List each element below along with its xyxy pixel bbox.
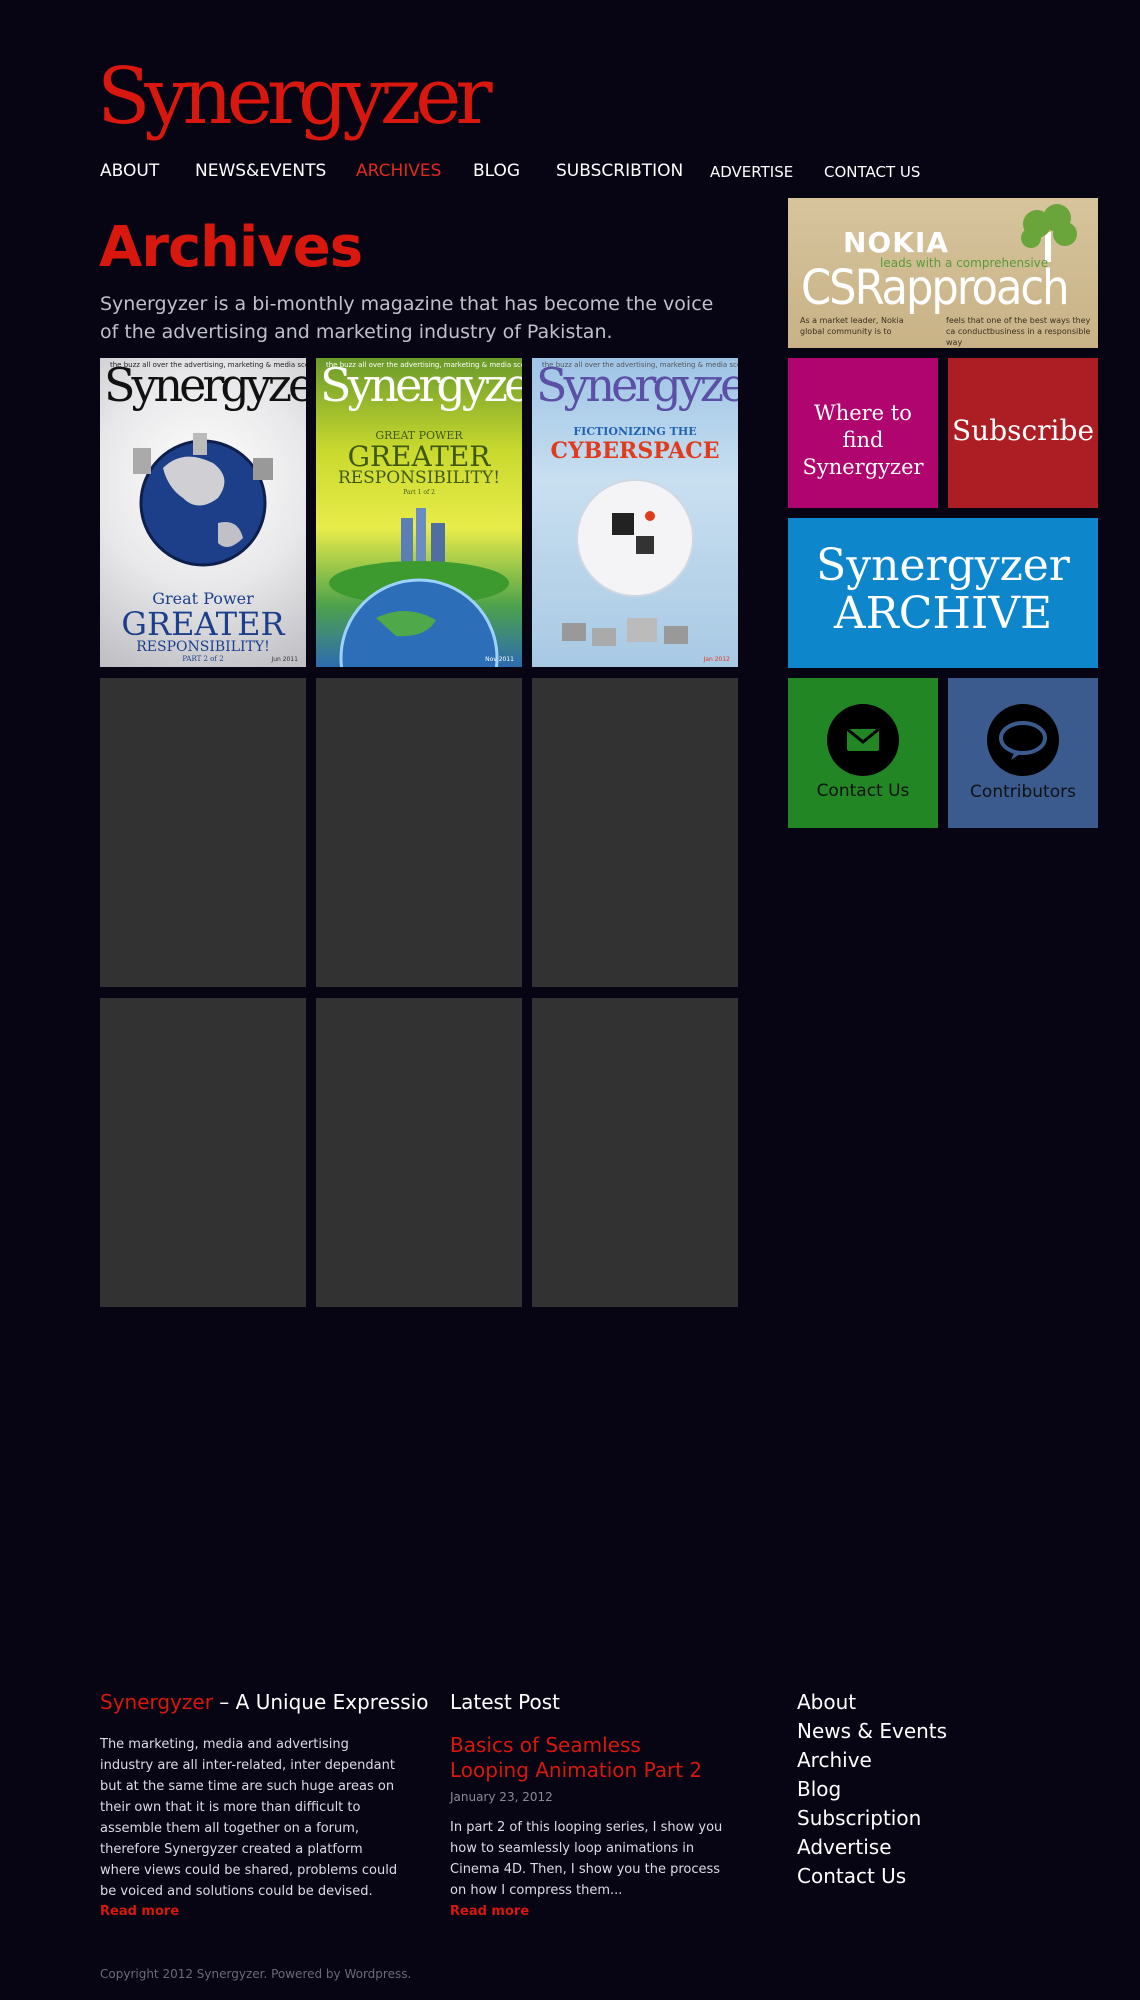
where-to-find-tile[interactable]: Where to find Synergyzer [788,358,938,508]
cover-issue: Jan 2012 [703,656,730,663]
footer-about-title: Synergyzer – A Unique Expressio [100,1690,429,1714]
cover-masthead: Synergyzer [104,358,306,412]
cover-issue: Jun 2011 [271,656,298,663]
magazine-cover-3[interactable]: the buzz all over the advertising, marke… [532,358,738,667]
nav-archives[interactable]: ARCHIVES [356,161,441,181]
tree-icon [1021,204,1077,262]
subscribe-label: Subscribe [951,414,1095,447]
footer-about-text: The marketing, media and advertising ind… [100,1737,398,1899]
puzzle-sphere-illustration [562,479,694,646]
nav-news-events[interactable]: NEWS&EVENTS [195,161,326,181]
footer-link-subscription[interactable]: Subscription [797,1804,947,1833]
banner-brand: NOKIA [843,226,950,259]
footer-link-news-events[interactable]: News & Events [797,1717,947,1746]
subscribe-tile[interactable]: Subscribe [948,358,1098,508]
footer-link-about[interactable]: About [797,1688,947,1717]
envelope-icon [827,704,899,776]
contributors-tile[interactable]: Contributors [948,678,1098,828]
archive-slot[interactable] [316,998,522,1307]
latest-post-title-link[interactable]: Basics of Seamless Looping Animation Par… [450,1733,720,1783]
footer-link-archive[interactable]: Archive [797,1746,947,1775]
site-logo[interactable]: Synergyzer [97,58,493,136]
earth-city-illustration [329,508,509,667]
nav-subscription[interactable]: SUBSCRIBTION [556,161,683,181]
archive-slot[interactable] [100,678,306,987]
contact-us-label: Contact Us [816,781,910,801]
banner-headline: CSRapproach [801,260,1070,316]
archive-tile[interactable]: Synergyzer ARCHIVE [788,518,1098,668]
nav-contact-us[interactable]: CONTACT US [824,163,920,181]
cover-masthead: Synergyzer [536,358,738,412]
footer-link-blog[interactable]: Blog [797,1775,947,1804]
nav-blog[interactable]: BLOG [473,161,520,181]
contributors-label: Contributors [970,782,1076,802]
cover-headline-sub: RESPONSIBILITY! [337,468,501,488]
banner-text-right: feels that one of the best ways they ca … [946,316,1091,347]
cover-part: Part 1 of 2 [403,489,435,496]
archive-slot[interactable] [532,678,738,987]
footer-about-tagline: – A Unique Expressio [212,1690,429,1714]
footer-about-brand: Synergyzer [100,1690,213,1714]
archive-tile-line1: Synergyzer [816,540,1070,591]
cover-masthead: Synergyzer [320,358,522,412]
latest-post-excerpt: In part 2 of this looping series, I show… [450,1820,723,1898]
copyright: Copyright 2012 Synergyzer. Powered by Wo… [100,1967,412,1981]
cover-headline-main: GREATER [347,440,491,473]
magazine-cover-2[interactable]: the buzz all over the advertising, marke… [316,358,522,667]
page-title: Archives [99,215,363,280]
page-description: Synergyzer is a bi-monthly magazine that… [100,293,714,343]
footer-link-advertise[interactable]: Advertise [797,1833,947,1862]
footer-links: About News & Events Archive Blog Subscri… [797,1688,947,1891]
speech-bubble-icon [987,704,1059,776]
banner-text-left: As a market leader, Nokia global communi… [800,316,904,336]
archive-slot[interactable] [532,998,738,1307]
cover-issue: Nov 2011 [485,656,514,663]
cover-headline-top: FICTIONIZING THE [573,425,697,438]
cover-headline-sub: RESPONSIBILITY! [136,639,270,655]
post-read-more-link[interactable]: Read more [450,1904,529,1919]
footer-link-contact-us[interactable]: Contact Us [797,1862,947,1891]
footer-latest-title: Latest Post [450,1690,561,1714]
where-to-find-label: Where to find Synergyzer [802,401,924,479]
magazine-cover-1[interactable]: the buzz all over the advertising, marke… [100,358,306,667]
archive-slot[interactable] [316,678,522,987]
contact-us-tile[interactable]: Contact Us [788,678,938,828]
archive-tile-line2: ARCHIVE [833,588,1053,639]
nokia-csr-banner[interactable]: NOKIA leads with a comprehensive CSRappr… [788,198,1098,348]
about-read-more-link[interactable]: Read more [100,1904,179,1919]
archive-slot[interactable] [100,998,306,1307]
nav-advertise[interactable]: ADVERTISE [710,163,793,181]
nav-about[interactable]: ABOUT [100,161,159,181]
globe-illustration [133,433,273,567]
cover-headline-main: GREATER [121,605,285,643]
latest-post-date: January 23, 2012 [450,1790,553,1804]
